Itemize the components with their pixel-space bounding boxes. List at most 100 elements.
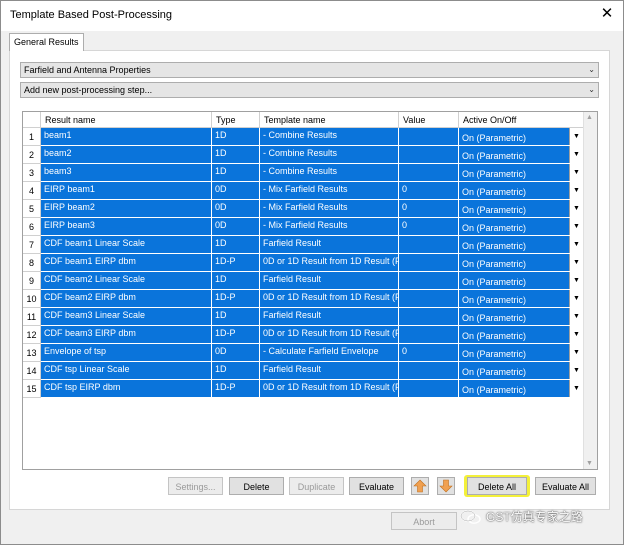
cell-template-name[interactable]: - Combine Results (260, 146, 399, 164)
row-number[interactable]: 9 (23, 272, 41, 290)
chevron-down-icon[interactable]: ▼ (569, 218, 583, 235)
row-number[interactable]: 3 (23, 164, 41, 182)
cell-active[interactable]: On (Parametric) ▼ (459, 164, 584, 182)
chevron-down-icon[interactable]: ▼ (569, 290, 583, 307)
cell-result-name[interactable]: beam1 (41, 128, 212, 146)
cell-active[interactable]: On (Parametric) ▼ (459, 200, 584, 218)
cell-active[interactable]: On (Parametric) ▼ (459, 236, 584, 254)
table-row[interactable]: 3 beam3 1D - Combine Results On (Parametric)… (23, 164, 597, 182)
scroll-up-icon[interactable]: ▲ (586, 114, 593, 121)
cell-result-name[interactable]: CDF beam3 Linear Scale (41, 308, 212, 326)
cell-type[interactable]: 1D (212, 236, 260, 254)
cell-template-name[interactable]: 0D or 1D Result from 1D Result (F (260, 254, 399, 272)
chevron-down-icon[interactable]: ▼ (569, 164, 583, 181)
chevron-down-icon[interactable]: ▼ (569, 146, 583, 163)
chevron-down-icon[interactable]: ▼ (569, 236, 583, 253)
chevron-down-icon[interactable]: ▼ (569, 128, 583, 145)
close-icon[interactable]: ✕ (599, 5, 615, 23)
table-row[interactable]: 4 EIRP beam1 0D - Mix Farfield Results 0 On (… (23, 182, 597, 200)
table-row[interactable]: 11 CDF beam3 Linear Scale 1D Farfield Resul… (23, 308, 597, 326)
table-row[interactable]: 8 CDF beam1 EIRP dbm 1D-P 0D or 1D Result f… (23, 254, 597, 272)
cell-template-name[interactable]: Farfield Result (260, 272, 399, 290)
vertical-scrollbar[interactable]: ▲ ▼ (583, 112, 597, 469)
row-number[interactable]: 12 (23, 326, 41, 344)
table-row[interactable]: 12 CDF beam3 EIRP dbm 1D-P 0D or 1D Result … (23, 326, 597, 344)
cell-template-name[interactable]: - Combine Results (260, 128, 399, 146)
cell-result-name[interactable]: EIRP beam1 (41, 182, 212, 200)
row-number[interactable]: 14 (23, 362, 41, 380)
cell-value[interactable] (399, 362, 459, 380)
table-row[interactable]: 14 CDF tsp Linear Scale 1D Farfield Result O… (23, 362, 597, 380)
cell-result-name[interactable]: CDF beam1 Linear Scale (41, 236, 212, 254)
move-down-button[interactable] (437, 477, 455, 495)
cell-value[interactable] (399, 326, 459, 344)
cell-template-name[interactable]: Farfield Result (260, 308, 399, 326)
column-header-value[interactable]: Value (399, 112, 459, 128)
cell-result-name[interactable]: EIRP beam2 (41, 200, 212, 218)
cell-value[interactable]: 0 (399, 344, 459, 362)
cell-value[interactable] (399, 290, 459, 308)
cell-value[interactable]: 0 (399, 200, 459, 218)
row-number[interactable]: 5 (23, 200, 41, 218)
evaluate-all-button[interactable]: Evaluate All (535, 477, 596, 495)
cell-template-name[interactable]: - Calculate Farfield Envelope (260, 344, 399, 362)
row-number[interactable]: 1 (23, 128, 41, 146)
cell-result-name[interactable]: CDF beam2 Linear Scale (41, 272, 212, 290)
cell-type[interactable]: 0D (212, 218, 260, 236)
cell-value[interactable] (399, 308, 459, 326)
move-up-button[interactable] (411, 477, 429, 495)
cell-value[interactable] (399, 254, 459, 272)
chevron-down-icon[interactable]: ▼ (569, 380, 583, 397)
cell-template-name[interactable]: - Mix Farfield Results (260, 200, 399, 218)
column-header-active[interactable]: Active On/Off (459, 112, 584, 128)
cell-type[interactable]: 1D (212, 164, 260, 182)
cell-result-name[interactable]: CDF tsp Linear Scale (41, 362, 212, 380)
chevron-down-icon[interactable]: ▼ (569, 344, 583, 361)
cell-value[interactable] (399, 380, 459, 398)
cell-result-name[interactable]: CDF tsp EIRP dbm (41, 380, 212, 398)
cell-template-name[interactable]: Farfield Result (260, 362, 399, 380)
cell-type[interactable]: 1D (212, 146, 260, 164)
cell-template-name[interactable]: - Mix Farfield Results (260, 182, 399, 200)
chevron-down-icon[interactable]: ▼ (569, 254, 583, 271)
cell-active[interactable]: On (Parametric) ▼ (459, 272, 584, 290)
cell-type[interactable]: 0D (212, 182, 260, 200)
chevron-down-icon[interactable]: ▼ (569, 326, 583, 343)
table-row[interactable]: 13 Envelope of tsp 0D - Calculate Farfield … (23, 344, 597, 362)
row-number[interactable]: 6 (23, 218, 41, 236)
chevron-down-icon[interactable]: ▼ (569, 308, 583, 325)
tab-general-results[interactable]: General Results (9, 33, 84, 51)
column-header-template-name[interactable]: Template name (260, 112, 399, 128)
cell-value[interactable]: 0 (399, 182, 459, 200)
row-number[interactable]: 13 (23, 344, 41, 362)
cell-type[interactable]: 1D (212, 308, 260, 326)
cell-value[interactable] (399, 236, 459, 254)
category-select[interactable]: Farfield and Antenna Properties ⌄ (20, 62, 599, 78)
cell-active[interactable]: On (Parametric) ▼ (459, 308, 584, 326)
cell-type[interactable]: 1D (212, 362, 260, 380)
cell-template-name[interactable]: 0D or 1D Result from 1D Result (F (260, 380, 399, 398)
chevron-down-icon[interactable]: ▼ (569, 272, 583, 289)
cell-value[interactable]: 0 (399, 218, 459, 236)
column-header-result-name[interactable]: Result name (41, 112, 212, 128)
cell-active[interactable]: On (Parametric) ▼ (459, 344, 584, 362)
row-number[interactable]: 7 (23, 236, 41, 254)
chevron-down-icon[interactable]: ▼ (569, 362, 583, 379)
cell-active[interactable]: On (Parametric) ▼ (459, 380, 584, 398)
table-row[interactable]: 7 CDF beam1 Linear Scale 1D Farfield Result… (23, 236, 597, 254)
cell-result-name[interactable]: Envelope of tsp (41, 344, 212, 362)
abort-button[interactable]: Abort (391, 512, 457, 530)
cell-active[interactable]: On (Parametric) ▼ (459, 128, 584, 146)
cell-type[interactable]: 0D (212, 200, 260, 218)
cell-type[interactable]: 0D (212, 344, 260, 362)
cell-active[interactable]: On (Parametric) ▼ (459, 182, 584, 200)
cell-active[interactable]: On (Parametric) ▼ (459, 290, 584, 308)
row-number[interactable]: 15 (23, 380, 41, 398)
cell-template-name[interactable]: 0D or 1D Result from 1D Result (F (260, 326, 399, 344)
table-row[interactable]: 6 EIRP beam3 0D - Mix Farfield Results 0 On (… (23, 218, 597, 236)
cell-result-name[interactable]: CDF beam2 EIRP dbm (41, 290, 212, 308)
cell-result-name[interactable]: beam2 (41, 146, 212, 164)
cell-type[interactable]: 1D (212, 128, 260, 146)
row-number[interactable]: 8 (23, 254, 41, 272)
row-number[interactable]: 2 (23, 146, 41, 164)
